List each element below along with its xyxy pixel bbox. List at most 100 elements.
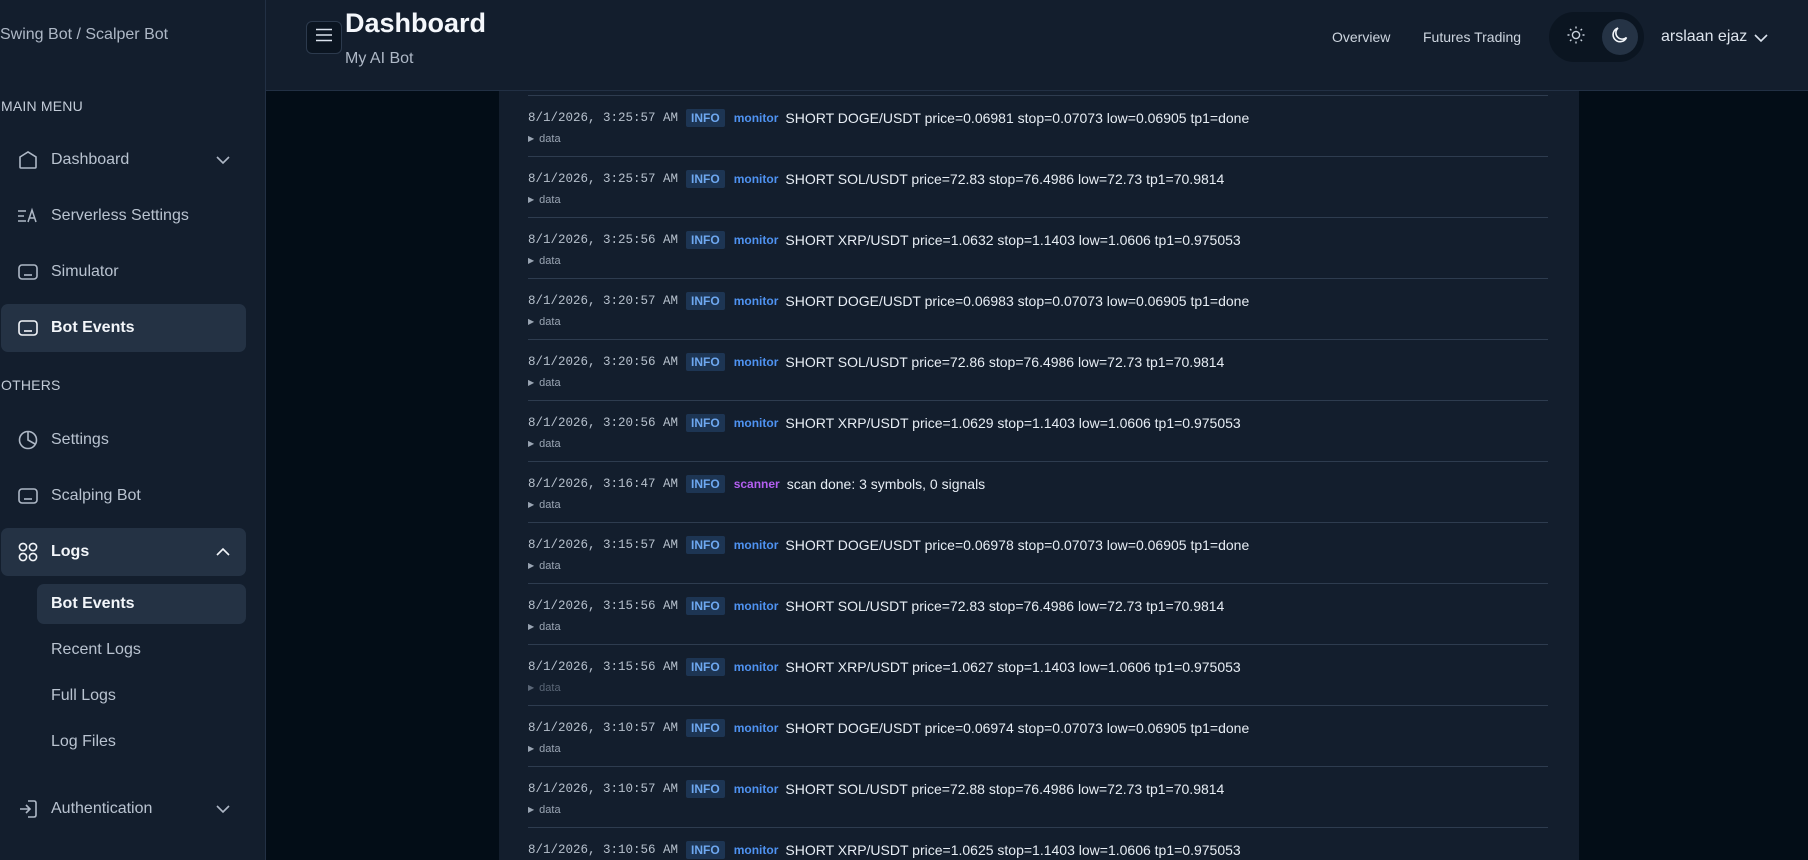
log-message: SHORT XRP/USDT price=1.0627 stop=1.1403 …: [785, 659, 1241, 675]
log-data-label: data: [539, 743, 561, 755]
log-message: scan done: 3 symbols, 0 signals: [786, 476, 986, 492]
bot-events-log-panel: 8/1/2026, 3:25:57 AM INFO monitor SHORT DOG…: [499, 91, 1579, 860]
moon-icon: [1610, 25, 1630, 50]
sidebar-item-settings[interactable]: Settings: [1, 416, 246, 464]
log-source: scanner: [733, 477, 780, 491]
log-entry-line: 8/1/2026, 3:20:57 AM INFO monitor SHORT DOG…: [528, 292, 1249, 310]
sidebar-subitem-recent-logs[interactable]: Recent Logs: [37, 630, 246, 670]
log-data-label: data: [539, 255, 561, 267]
log-source: monitor: [733, 355, 779, 369]
top-header: Dashboard My AI Bot Overview Futures Tra…: [266, 0, 1808, 91]
sidebar-subitem-log-files[interactable]: Log Files: [37, 722, 246, 762]
log-data-toggle[interactable]: ▶ data: [528, 682, 561, 694]
others-heading: OTHERS: [1, 377, 61, 393]
log-data-toggle[interactable]: ▶ data: [528, 438, 561, 450]
log-entry: 8/1/2026, 3:15:56 AM INFO monitor SHORT SOL…: [528, 583, 1548, 644]
dark-theme-button[interactable]: [1602, 19, 1638, 55]
user-menu-name[interactable]: arslaan ejaz: [1661, 28, 1747, 46]
log-source: monitor: [733, 538, 779, 552]
log-entry: 8/1/2026, 3:10:56 AM INFO monitor SHORT XRP…: [528, 827, 1548, 860]
log-data-toggle[interactable]: ▶ data: [528, 621, 561, 633]
log-timestamp: 8/1/2026, 3:16:47 AM: [528, 477, 679, 491]
monitor-icon: [16, 485, 40, 507]
log-entry: 8/1/2026, 3:15:56 AM INFO monitor SHORT XRP…: [528, 644, 1548, 705]
sidebar-item-label: Bot Events: [51, 319, 135, 336]
log-message: SHORT XRP/USDT price=1.0625 stop=1.1403 …: [785, 842, 1241, 858]
log-source: monitor: [733, 416, 779, 430]
log-data-label: data: [539, 804, 561, 816]
sidebar-item-label: Settings: [51, 431, 109, 448]
chevron-down-icon[interactable]: [1752, 29, 1770, 47]
log-source: monitor: [733, 721, 779, 735]
main-menu-heading: MAIN MENU: [1, 98, 83, 114]
log-entry: 8/1/2026, 3:15:57 AM INFO monitor SHORT DOG…: [528, 522, 1548, 583]
expand-triangle-icon: ▶: [528, 683, 535, 692]
log-message: SHORT SOL/USDT price=72.83 stop=76.4986 …: [785, 598, 1225, 614]
expand-triangle-icon: ▶: [528, 500, 535, 509]
monitor-icon: [16, 317, 40, 339]
log-source: monitor: [733, 111, 779, 125]
log-timestamp: 8/1/2026, 3:25:57 AM: [528, 111, 679, 125]
log-entry: 8/1/2026, 3:25:56 AM INFO monitor SHORT XRP…: [528, 217, 1548, 278]
sidebar-subitem-full-logs[interactable]: Full Logs: [37, 676, 246, 716]
log-data-toggle[interactable]: ▶ data: [528, 255, 561, 267]
log-message: SHORT DOGE/USDT price=0.06974 stop=0.070…: [785, 720, 1250, 736]
log-entry-line: 8/1/2026, 3:15:56 AM INFO monitor SHORT XRP…: [528, 658, 1241, 676]
sidebar-item-authentication[interactable]: Authentication: [1, 785, 246, 833]
login-icon: [16, 798, 40, 820]
log-timestamp: 8/1/2026, 3:10:57 AM: [528, 721, 679, 735]
log-data-toggle[interactable]: ▶ data: [528, 499, 561, 511]
log-message: SHORT SOL/USDT price=72.83 stop=76.4986 …: [785, 171, 1225, 187]
log-data-label: data: [539, 560, 561, 572]
log-message: SHORT DOGE/USDT price=0.06981 stop=0.070…: [785, 110, 1250, 126]
log-entry-line: 8/1/2026, 3:16:47 AM INFO scanner scan done…: [528, 475, 985, 493]
hamburger-menu-button[interactable]: [306, 21, 342, 54]
sidebar-item-serverless-settings[interactable]: Serverless Settings: [1, 192, 246, 240]
sidebar: Swing Bot / Scalper Bot MAIN MENU Dashbo…: [0, 0, 266, 860]
log-timestamp: 8/1/2026, 3:25:56 AM: [528, 233, 679, 247]
sidebar-subitem-bot-events[interactable]: Bot Events: [37, 584, 246, 624]
log-entry: 8/1/2026, 3:20:56 AM INFO monitor SHORT SOL…: [528, 339, 1548, 400]
log-entry-line: 8/1/2026, 3:25:57 AM INFO monitor SHORT DOG…: [528, 109, 1249, 127]
log-data-label: data: [539, 316, 561, 328]
log-data-toggle[interactable]: ▶ data: [528, 804, 561, 816]
expand-triangle-icon: ▶: [528, 256, 535, 265]
log-level-badge: INFO: [686, 353, 725, 371]
sidebar-item-label: Simulator: [51, 263, 119, 280]
nav-link-overview[interactable]: Overview: [1332, 29, 1390, 45]
nav-link-futures-trading[interactable]: Futures Trading: [1423, 29, 1521, 45]
log-data-toggle[interactable]: ▶ data: [528, 560, 561, 572]
log-timestamp: 8/1/2026, 3:15:56 AM: [528, 660, 679, 674]
log-level-badge: INFO: [686, 841, 725, 859]
chevron-down-icon: [214, 151, 232, 169]
log-data-toggle[interactable]: ▶ data: [528, 133, 561, 145]
sidebar-item-label: Serverless Settings: [51, 207, 189, 224]
log-level-badge: INFO: [686, 780, 725, 798]
log-data-toggle[interactable]: ▶ data: [528, 377, 561, 389]
grid-icon: [16, 541, 40, 563]
log-data-label: data: [539, 499, 561, 511]
light-theme-button[interactable]: [1558, 19, 1594, 55]
sidebar-item-logs[interactable]: Logs: [1, 528, 246, 576]
log-data-toggle[interactable]: ▶ data: [528, 743, 561, 755]
sidebar-item-bot-events[interactable]: Bot Events: [1, 304, 246, 352]
log-entry-line: 8/1/2026, 3:20:56 AM INFO monitor SHORT SOL…: [528, 353, 1224, 371]
page-subtitle: My AI Bot: [345, 50, 414, 67]
log-data-toggle[interactable]: ▶ data: [528, 316, 561, 328]
sidebar-item-scalping-bot[interactable]: Scalping Bot: [1, 472, 246, 520]
sidebar-item-dashboard[interactable]: Dashboard: [1, 136, 246, 184]
sidebar-subitem-label: Full Logs: [51, 687, 116, 704]
sidebar-item-label: Authentication: [51, 800, 153, 817]
log-entry-line: 8/1/2026, 3:25:56 AM INFO monitor SHORT XRP…: [528, 231, 1241, 249]
log-data-toggle[interactable]: ▶ data: [528, 194, 561, 206]
expand-triangle-icon: ▶: [528, 622, 535, 631]
pie-chart-icon: [16, 429, 40, 451]
log-message: SHORT SOL/USDT price=72.86 stop=76.4986 …: [785, 354, 1225, 370]
sidebar-item-label: Dashboard: [51, 151, 130, 168]
sidebar-item-label: Logs: [51, 543, 90, 560]
sidebar-item-simulator[interactable]: Simulator: [1, 248, 246, 296]
sidebar-subitem-label: Log Files: [51, 733, 116, 750]
expand-triangle-icon: ▶: [528, 439, 535, 448]
log-message: SHORT XRP/USDT price=1.0629 stop=1.1403 …: [785, 415, 1241, 431]
log-entry-line: 8/1/2026, 3:10:56 AM INFO monitor SHORT XRP…: [528, 841, 1241, 859]
